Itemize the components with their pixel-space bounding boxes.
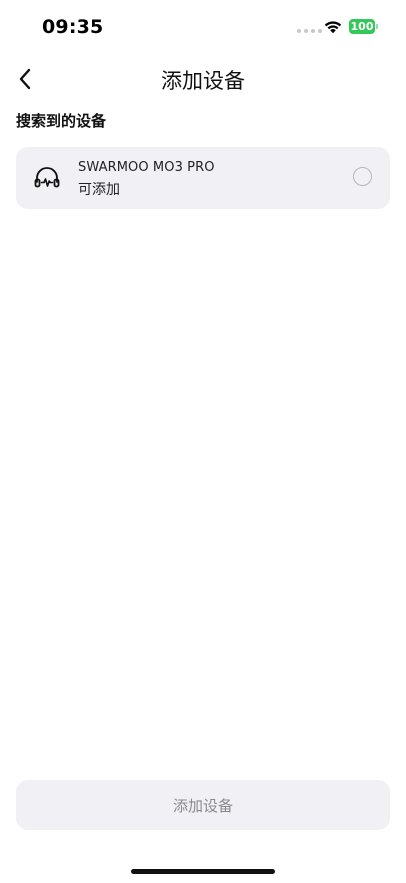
cellular-signal-icon [297,29,322,33]
device-list-item[interactable]: SWARMOO MO3 PRO 可添加 [16,147,390,209]
status-time: 09:35 [42,16,104,38]
battery-indicator: 100 [349,19,375,34]
headphones-icon [34,167,60,188]
add-device-button[interactable]: 添加设备 [16,780,390,830]
page-title: 添加设备 [161,69,245,93]
device-select-radio[interactable] [353,167,372,186]
status-bar: 09:35 100 [0,0,406,54]
home-indicator [131,869,275,874]
add-device-button-label: 添加设备 [172,796,233,815]
navigation-bar: 添加设备 [0,56,406,102]
section-title-found-devices: 搜索到的设备 [16,112,107,130]
battery-cap [376,24,378,29]
wifi-icon [324,21,342,34]
device-name: SWARMOO MO3 PRO [78,160,215,175]
add-device-screen: 09:35 100 添加设备 搜索到的设备 SWARMOO MO3 PRO 可添… [0,0,406,883]
device-status: 可添加 [78,182,120,198]
battery-level: 100 [350,20,374,33]
